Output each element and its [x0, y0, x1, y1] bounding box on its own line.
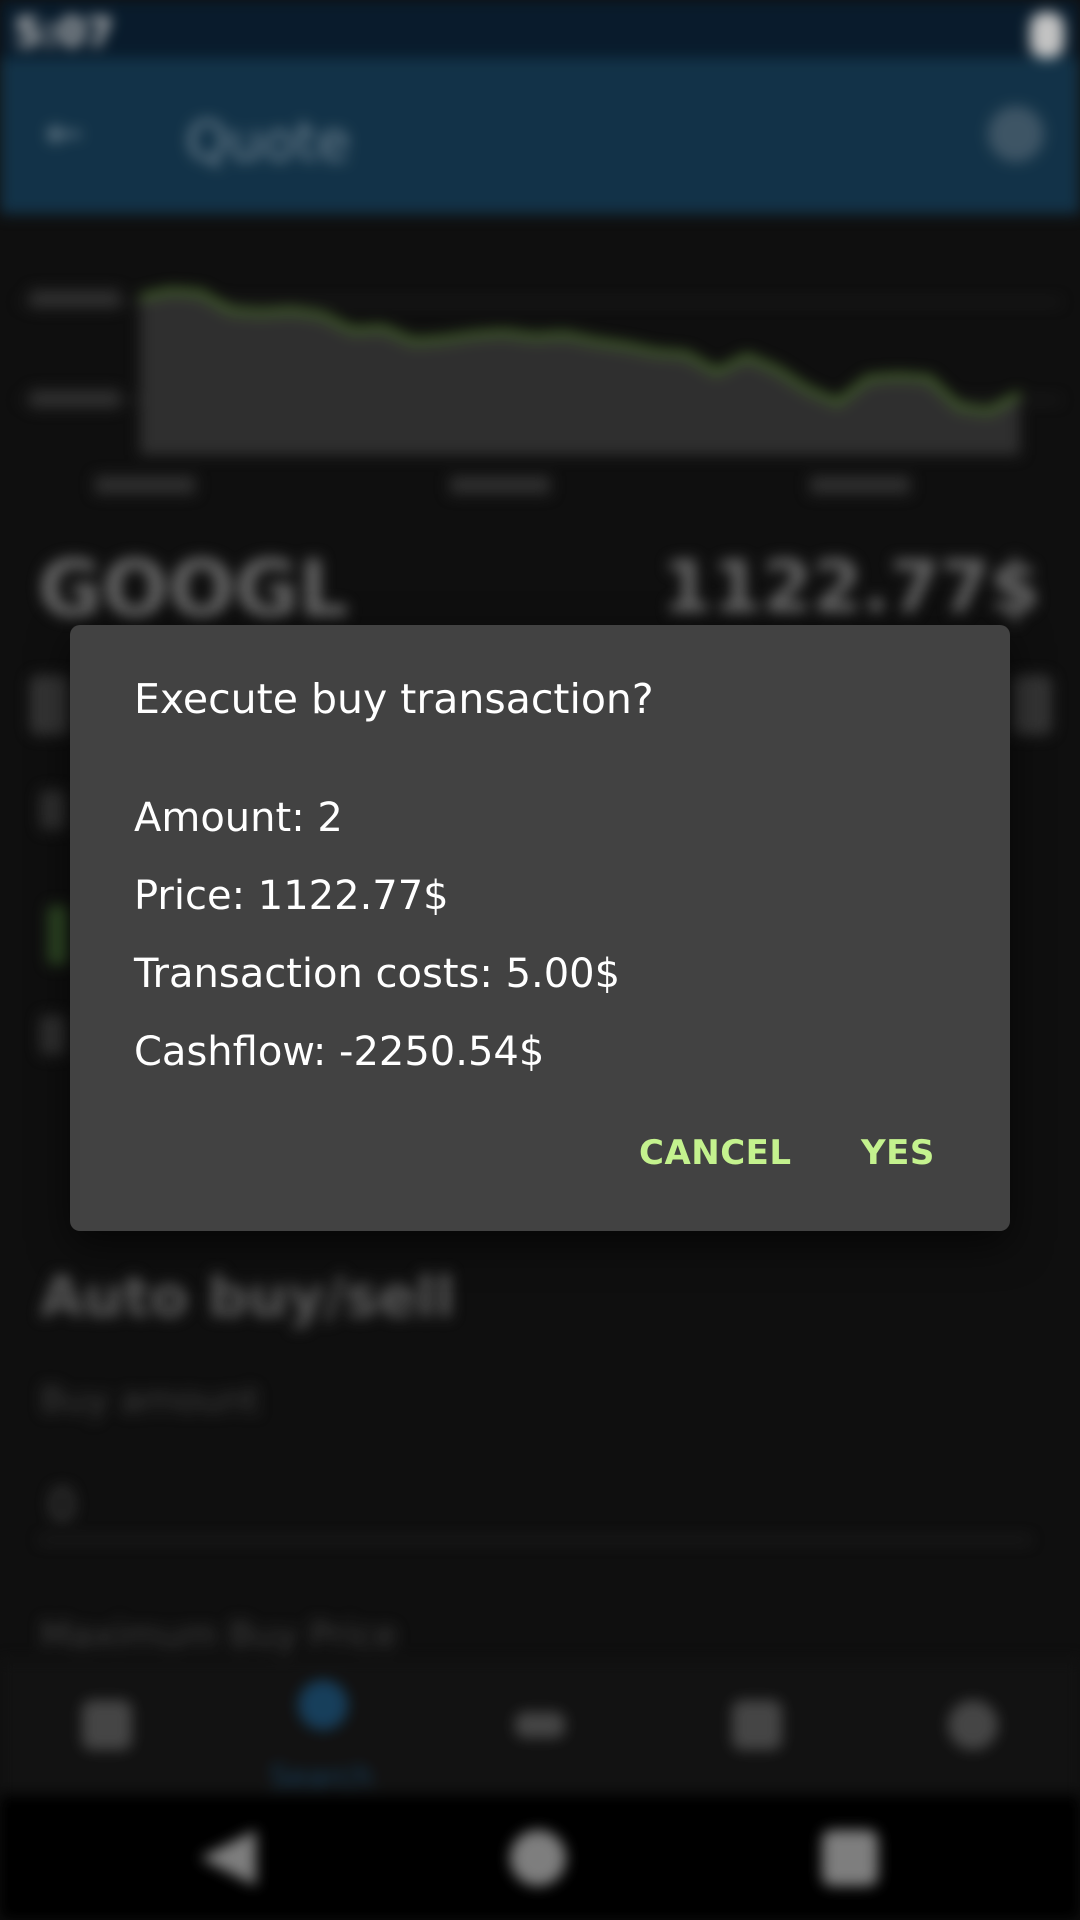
- yes-button[interactable]: YES: [861, 1133, 935, 1173]
- cancel-button[interactable]: CANCEL: [639, 1133, 792, 1173]
- dialog-cashflow: Cashflow: -2250.54$: [134, 1029, 545, 1075]
- dialog-title: Execute buy transaction?: [134, 675, 654, 723]
- dialog-amount: Amount: 2: [134, 795, 343, 841]
- dialog-price: Price: 1122.77$: [134, 873, 449, 919]
- confirm-buy-dialog: Execute buy transaction? Amount: 2 Price…: [70, 625, 1010, 1231]
- dialog-transaction-costs: Transaction costs: 5.00$: [134, 951, 621, 997]
